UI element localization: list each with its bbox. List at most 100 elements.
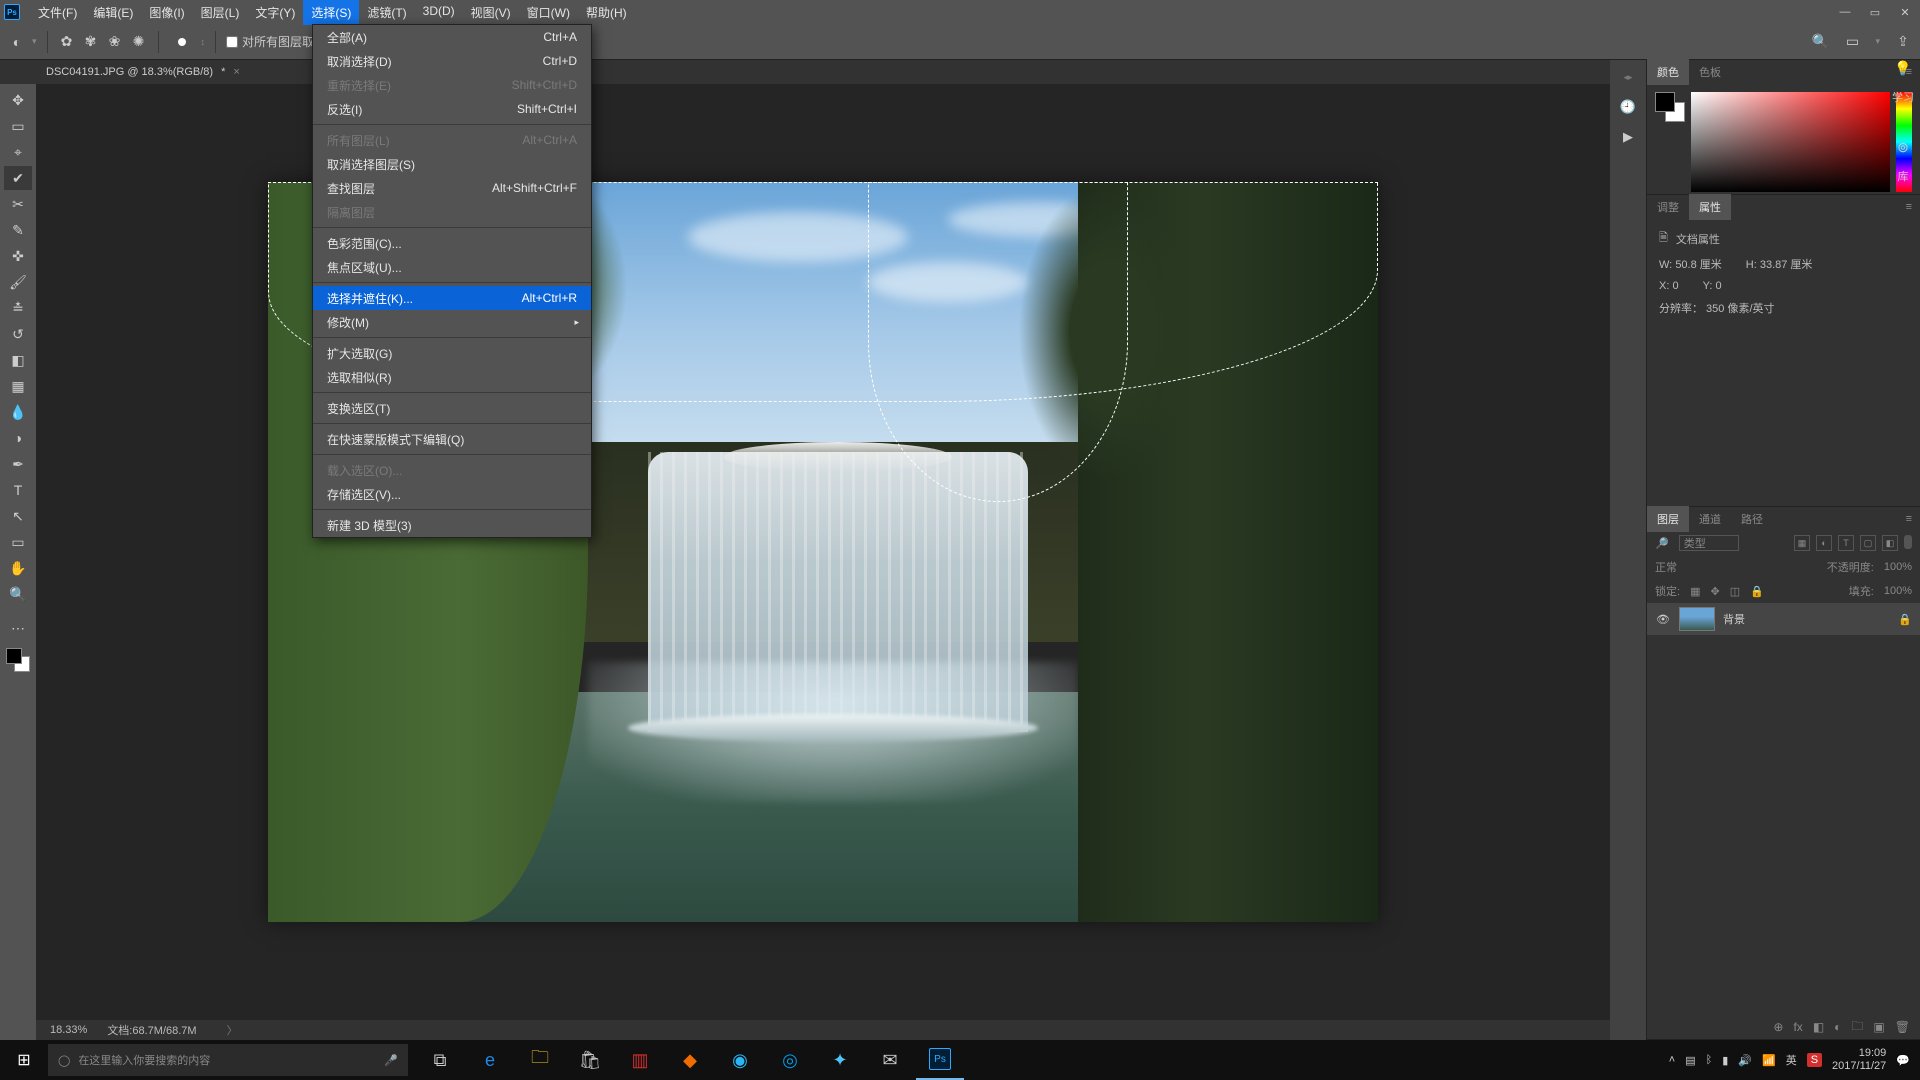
panel-menu-icon[interactable]: ≡ xyxy=(1898,201,1920,213)
menu-item[interactable]: 新建 3D 模型(3) xyxy=(313,513,591,537)
filter-adjust-icon[interactable]: ◐ xyxy=(1816,535,1832,551)
fg-bg-colors[interactable] xyxy=(6,648,30,672)
zoom-level[interactable]: 18.33% xyxy=(50,1024,87,1036)
menu-item[interactable]: 选取相似(R) xyxy=(313,365,591,389)
crop-tool[interactable]: ✂ xyxy=(4,192,32,216)
gradient-tool[interactable]: ▦ xyxy=(4,374,32,398)
taskbar-search[interactable]: ◯ 在这里输入你要搜索的内容 🎤 xyxy=(48,1044,408,1076)
link-icon[interactable]: ⊕ xyxy=(1773,1020,1783,1034)
opacity-input[interactable]: 100% xyxy=(1884,561,1912,573)
ime-indicator[interactable]: S xyxy=(1807,1053,1822,1067)
menu-滤镜[interactable]: 滤镜(T) xyxy=(359,0,414,25)
tab-layers[interactable]: 图层 xyxy=(1647,506,1689,532)
visibility-icon[interactable]: 👁 xyxy=(1655,613,1671,626)
brush-add-icon[interactable]: ✿ xyxy=(58,33,76,51)
battery-icon[interactable]: ▮ xyxy=(1722,1054,1728,1067)
explorer-icon[interactable]: 🗀 xyxy=(516,1040,564,1080)
history-brush-tool[interactable]: ↺ xyxy=(4,322,32,346)
new-layer-icon[interactable]: ▣ xyxy=(1873,1020,1884,1034)
bluetooth-icon[interactable]: ᛒ xyxy=(1706,1054,1713,1066)
tray-up-icon[interactable]: ˄ xyxy=(1669,1054,1675,1066)
trash-icon[interactable]: 🗑 xyxy=(1895,1020,1910,1034)
menu-编辑[interactable]: 编辑(E) xyxy=(85,0,141,25)
menu-item[interactable]: 焦点区域(U)... xyxy=(313,255,591,279)
menu-视图[interactable]: 视图(V) xyxy=(463,0,519,25)
cc-icon[interactable]: ⊚ xyxy=(1897,139,1909,156)
status-arrow-icon[interactable]: 〉 xyxy=(227,1022,238,1038)
menu-图像[interactable]: 图像(I) xyxy=(141,0,192,25)
brush-d-icon[interactable]: ✺ xyxy=(130,33,148,51)
zoom-tool[interactable]: 🔍 xyxy=(4,582,32,606)
menu-item[interactable]: 色彩范围(C)... xyxy=(313,231,591,255)
tab-color[interactable]: 颜色 xyxy=(1647,59,1689,85)
edit-toolbar[interactable]: ⋯ xyxy=(4,616,32,640)
type-tool[interactable]: T xyxy=(4,478,32,502)
menu-item[interactable]: 取消选择图层(S) xyxy=(313,152,591,176)
app-orange-icon[interactable]: ◆ xyxy=(666,1040,714,1080)
layer-filter-input[interactable] xyxy=(1679,535,1739,551)
app-globe-icon[interactable]: ◉ xyxy=(716,1040,764,1080)
eyedropper-tool[interactable]: ✎ xyxy=(4,218,32,242)
menu-item[interactable]: 选择并遮住(K)...Alt+Ctrl+R xyxy=(313,286,591,310)
marquee-tool[interactable]: ▭ xyxy=(4,114,32,138)
move-tool[interactable]: ✥ xyxy=(4,88,32,112)
search-icon[interactable]: 🔍 xyxy=(1811,33,1829,51)
store-icon[interactable]: 🛍 xyxy=(566,1040,614,1080)
photoshop-taskbar-icon[interactable]: Ps xyxy=(916,1040,964,1080)
tab-channels[interactable]: 通道 xyxy=(1689,506,1731,532)
menu-item[interactable]: 存储选区(V)... xyxy=(313,482,591,506)
filter-smart-icon[interactable]: ◧ xyxy=(1882,535,1898,551)
fx-icon[interactable]: fx xyxy=(1793,1020,1802,1034)
tab-paths[interactable]: 路径 xyxy=(1731,506,1773,532)
stamp-tool[interactable]: ≛ xyxy=(4,296,32,320)
blend-mode-select[interactable]: 正常 xyxy=(1655,559,1677,575)
menu-帮助[interactable]: 帮助(H) xyxy=(578,0,635,25)
tool-preset-icon[interactable]: ◐ xyxy=(8,33,26,51)
close-tab-icon[interactable]: × xyxy=(233,66,239,78)
group-icon[interactable]: 🗀 xyxy=(1851,1017,1863,1038)
start-button[interactable]: ⊞ xyxy=(0,1040,48,1080)
hand-tool[interactable]: ✋ xyxy=(4,556,32,580)
mail-icon[interactable]: ✉ xyxy=(866,1040,914,1080)
history-icon[interactable]: 🕘 xyxy=(1617,96,1639,118)
pen-tool[interactable]: ✒ xyxy=(4,452,32,476)
document-tab[interactable]: DSC04191.JPG @ 18.3%(RGB/8)* × xyxy=(36,62,250,82)
volume-icon[interactable]: 🔊 xyxy=(1738,1054,1752,1067)
eraser-tool[interactable]: ◧ xyxy=(4,348,32,372)
app-red-icon[interactable]: ▥ xyxy=(616,1040,664,1080)
path-tool[interactable]: ↖ xyxy=(4,504,32,528)
tab-adjustments[interactable]: 调整 xyxy=(1647,194,1689,220)
menu-文件[interactable]: 文件(F) xyxy=(30,0,85,25)
adjustment-icon[interactable]: ◐ xyxy=(1834,1020,1841,1034)
mask-icon[interactable]: ◧ xyxy=(1813,1020,1824,1034)
minimize-button[interactable]: — xyxy=(1830,0,1860,24)
quick-select-tool[interactable]: ✔ xyxy=(4,166,32,190)
wifi-icon[interactable]: 📶 xyxy=(1762,1054,1776,1067)
notifications-icon[interactable]: 💬 xyxy=(1896,1054,1910,1067)
color-swatch[interactable] xyxy=(1655,92,1685,122)
taskview-icon[interactable]: ⧉ xyxy=(416,1040,464,1080)
menu-item[interactable]: 在快速蒙版模式下编辑(Q) xyxy=(313,427,591,451)
brush-c-icon[interactable]: ❀ xyxy=(106,33,124,51)
lock-pixels-icon[interactable]: ▦ xyxy=(1690,585,1700,598)
blur-tool[interactable]: 💧 xyxy=(4,400,32,424)
tab-properties[interactable]: 属性 xyxy=(1689,194,1731,220)
menu-图层[interactable]: 图层(L) xyxy=(193,0,248,25)
bulb-icon[interactable]: 💡 xyxy=(1894,60,1911,77)
filter-toggle[interactable] xyxy=(1904,535,1912,549)
menu-3d[interactable]: 3D(D) xyxy=(415,0,463,25)
brush-tool[interactable]: 🖌 xyxy=(4,270,32,294)
layer-thumbnail[interactable] xyxy=(1679,607,1715,631)
all-layers-checkbox[interactable]: 对所有图层取 xyxy=(226,33,314,50)
menu-item[interactable]: 扩大选取(G) xyxy=(313,341,591,365)
filter-type-icon[interactable]: T xyxy=(1838,535,1854,551)
panel-menu-icon[interactable]: ≡ xyxy=(1898,513,1920,525)
app-sky-icon[interactable]: ✦ xyxy=(816,1040,864,1080)
maximize-button[interactable]: ▭ xyxy=(1860,0,1890,24)
dodge-tool[interactable]: ◑ xyxy=(4,426,32,450)
menu-item[interactable]: 变换选区(T) xyxy=(313,396,591,420)
menu-item[interactable]: 取消选择(D)Ctrl+D xyxy=(313,49,591,73)
filter-pixel-icon[interactable]: ▦ xyxy=(1794,535,1810,551)
menu-窗口[interactable]: 窗口(W) xyxy=(519,0,578,25)
tray-app-icon[interactable]: ▤ xyxy=(1685,1054,1695,1067)
